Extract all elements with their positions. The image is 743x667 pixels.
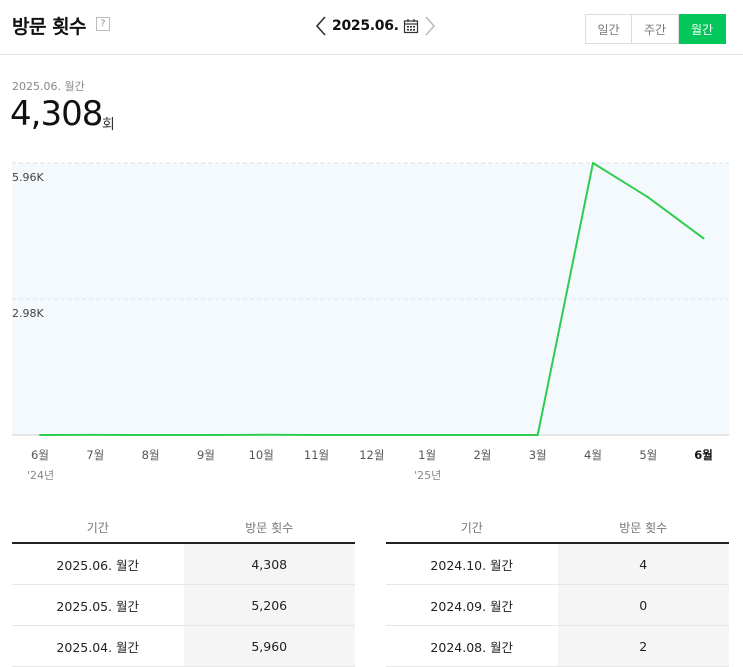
data-point: [39, 434, 41, 436]
data-point: [647, 196, 650, 199]
row-period: 2025.05. 월간: [56, 598, 140, 614]
x-year-label: '24년: [27, 469, 54, 482]
row-visits: 4: [557, 544, 729, 584]
summary-unit: 회: [102, 117, 115, 133]
page-title: 방문 횟수: [12, 16, 87, 38]
summary-label: 2025.06. 월간: [12, 80, 85, 93]
x-tick-label: 11월: [304, 448, 329, 462]
help-icon[interactable]: ?: [96, 17, 110, 31]
data-point: [204, 434, 207, 436]
table-header: 기간 방문 횟수: [12, 512, 355, 544]
x-tick-label: 8월: [142, 448, 160, 462]
table-row: 2025.06. 월간 4,308: [12, 544, 355, 585]
y-tick-label: 2.98K: [12, 307, 44, 320]
row-period: 2024.08. 월간: [430, 639, 514, 655]
next-period-button[interactable]: [421, 13, 439, 39]
row-period: 2024.10. 월간: [430, 557, 514, 573]
chevron-left-icon: [316, 16, 326, 36]
chevron-right-icon: [425, 16, 435, 36]
row-visits: 2: [557, 626, 729, 666]
x-tick-label: 2월: [473, 448, 491, 462]
date-navigator: 2025.06.: [312, 13, 439, 39]
row-visits: 4,308: [183, 544, 355, 584]
x-tick-label: 6월: [694, 448, 713, 462]
x-tick-label: 10월: [249, 448, 274, 462]
row-period: 2024.09. 월간: [430, 598, 514, 614]
row-visits: 5,206: [183, 585, 355, 625]
x-tick-label: 4월: [584, 448, 602, 462]
column-header-period: 기간: [460, 520, 483, 535]
x-tick-label: 9월: [197, 448, 215, 462]
data-point: [702, 237, 705, 240]
data-point: [481, 434, 484, 436]
x-tick-label: 6월: [31, 448, 49, 462]
column-header-visits: 방문 횟수: [245, 520, 294, 535]
column-header-visits: 방문 횟수: [619, 520, 668, 535]
data-point: [536, 434, 539, 436]
row-period: 2025.04. 월간: [56, 639, 140, 655]
table-row: 2025.05. 월간 5,206: [12, 585, 355, 626]
row-period: 2025.06. 월간: [56, 557, 140, 573]
period-daily-button[interactable]: 일간: [585, 14, 632, 44]
period-weekly-button[interactable]: 주간: [632, 14, 679, 44]
x-tick-label: 12월: [359, 448, 384, 462]
x-year-label: '25년: [414, 469, 441, 482]
visits-table-right: 기간 방문 횟수 2024.10. 월간 4 2024.09. 월간 0 202…: [386, 512, 729, 667]
row-visits: 0: [557, 585, 729, 625]
x-tick-label: 7월: [86, 448, 104, 462]
period-monthly-button[interactable]: 월간: [679, 14, 726, 44]
calendar-icon[interactable]: [403, 18, 419, 34]
column-header-period: 기간: [86, 520, 109, 535]
table-row: 2024.09. 월간 0: [386, 585, 729, 626]
x-tick-label: 5월: [639, 448, 657, 462]
data-point: [149, 434, 152, 436]
current-date: 2025.06.: [332, 18, 399, 34]
data-point: [260, 433, 263, 436]
data-point: [315, 434, 318, 436]
data-point: [592, 162, 594, 164]
y-tick-label: 5.96K: [12, 171, 44, 184]
prev-period-button[interactable]: [312, 13, 330, 39]
row-visits: 5,960: [183, 626, 355, 666]
visits-line-chart: 2.98K 5.96K 6월 7월 8월 9월 10월 11월 12월 1월 2월 3월 4월 5월 6월 '…: [12, 162, 729, 482]
table-row: 2025.04. 월간 5,960: [12, 626, 355, 667]
data-point: [94, 433, 97, 436]
data-point: [370, 434, 373, 436]
period-toggle: 일간 주간 월간: [585, 14, 726, 44]
summary-value: 4,308: [10, 94, 103, 134]
visits-table-left: 기간 방문 횟수 2025.06. 월간 4,308 2025.05. 월간 5…: [12, 512, 355, 667]
x-tick-label: 1월: [418, 448, 436, 462]
table-row: 2024.08. 월간 2: [386, 626, 729, 667]
table-header: 기간 방문 횟수: [386, 512, 729, 544]
x-tick-label: 3월: [529, 448, 547, 462]
header: 방문 횟수 ? 2025.06. 일간 주간 월간: [0, 0, 743, 55]
data-point: [426, 434, 429, 436]
table-row: 2024.10. 월간 4: [386, 544, 729, 585]
